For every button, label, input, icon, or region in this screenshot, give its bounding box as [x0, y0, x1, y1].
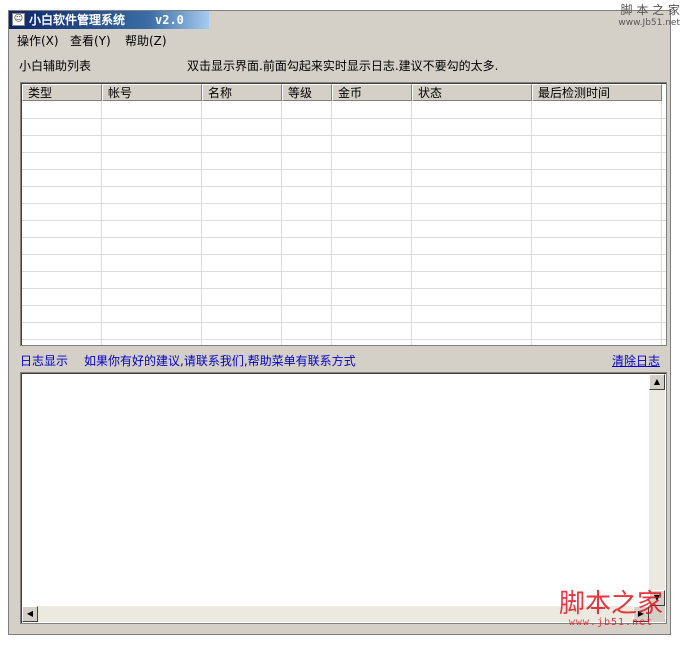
grid-row-line [22, 254, 666, 255]
grid-column-line [331, 101, 332, 345]
menu-help[interactable]: 帮助(Z) [125, 32, 167, 49]
watermark-bottom-text: 脚本之家 [558, 589, 663, 619]
log-textarea[interactable]: ▲ ▼ ◀ ▶ [20, 372, 667, 624]
clear-log-link[interactable]: 清除日志 [612, 352, 660, 369]
grid-column-line [281, 101, 282, 345]
app-icon: ☺ [12, 13, 25, 26]
grid-row-line [22, 288, 666, 289]
log-vertical-scrollbar[interactable]: ▲ ▼ [649, 374, 665, 606]
grid-row-line [22, 305, 666, 306]
log-bar: 日志显示 如果你有好的建议,请联系我们,帮助菜单有联系方式 清除日志 [20, 352, 660, 368]
window-version: v2.0 [155, 13, 184, 27]
grid-row-line [22, 118, 666, 119]
grid-row-line [22, 152, 666, 153]
grid-column-line [201, 101, 202, 345]
assist-list[interactable]: 类型 帐号 名称 等级 金币 状态 最后检测时间 [20, 82, 667, 346]
list-heading: 小白辅助列表 [19, 59, 92, 73]
grid-row-line [22, 203, 666, 204]
grid-row-line [22, 322, 666, 323]
column-header-gold[interactable]: 金币 [332, 84, 412, 101]
grid-column-line [531, 101, 532, 345]
column-header-type[interactable]: 类型 [22, 84, 102, 101]
column-header-last-check[interactable]: 最后检测时间 [532, 84, 662, 101]
log-label: 日志显示 [20, 354, 69, 368]
grid-row-line [22, 237, 666, 238]
app-window: ☺ 小白软件管理系统 v2.0 操作(X) 查看(Y) 帮助(Z) 小白辅助列表… [8, 10, 671, 635]
window-title: 小白软件管理系统 [29, 13, 126, 27]
grid-column-line [661, 101, 662, 345]
grid-row-line [22, 339, 666, 340]
column-header-name[interactable]: 名称 [202, 84, 282, 101]
grid-column-line [411, 101, 412, 345]
log-hint: 如果你有好的建议,请联系我们,帮助菜单有联系方式 [84, 354, 356, 368]
title-bar[interactable]: ☺ 小白软件管理系统 v2.0 [9, 11, 209, 29]
scroll-up-icon[interactable]: ▲ [649, 374, 665, 390]
column-header-account[interactable]: 帐号 [102, 84, 202, 101]
grid-row-line [22, 135, 666, 136]
column-header-level[interactable]: 等级 [282, 84, 332, 101]
watermark-top: 脚 本 之 家 www.Jb51.net [598, 4, 680, 30]
grid-row-line [22, 169, 666, 170]
list-grid [22, 101, 666, 345]
grid-row-line [22, 186, 666, 187]
watermark-top-text: 脚 本 之 家 [620, 3, 680, 17]
watermark-top-url: www.Jb51.net [618, 18, 680, 28]
column-header-status[interactable]: 状态 [412, 84, 532, 101]
menu-operate[interactable]: 操作(X) [17, 32, 59, 49]
menu-view[interactable]: 查看(Y) [70, 32, 111, 49]
watermark-bottom: 脚本之家 www.jb51.net [546, 590, 676, 628]
grid-row-line [22, 220, 666, 221]
list-header: 类型 帐号 名称 等级 金币 状态 最后检测时间 [22, 84, 662, 101]
grid-row-line [22, 271, 666, 272]
scroll-left-icon[interactable]: ◀ [22, 606, 38, 622]
watermark-bottom-url: www.jb51.net [568, 617, 654, 628]
list-hint: 双击显示界面.前面勾起来实时显示日志.建议不要勾的太多. [187, 59, 499, 73]
grid-column-line [101, 101, 102, 345]
menu-bar: 操作(X) 查看(Y) 帮助(Z) [9, 31, 670, 49]
